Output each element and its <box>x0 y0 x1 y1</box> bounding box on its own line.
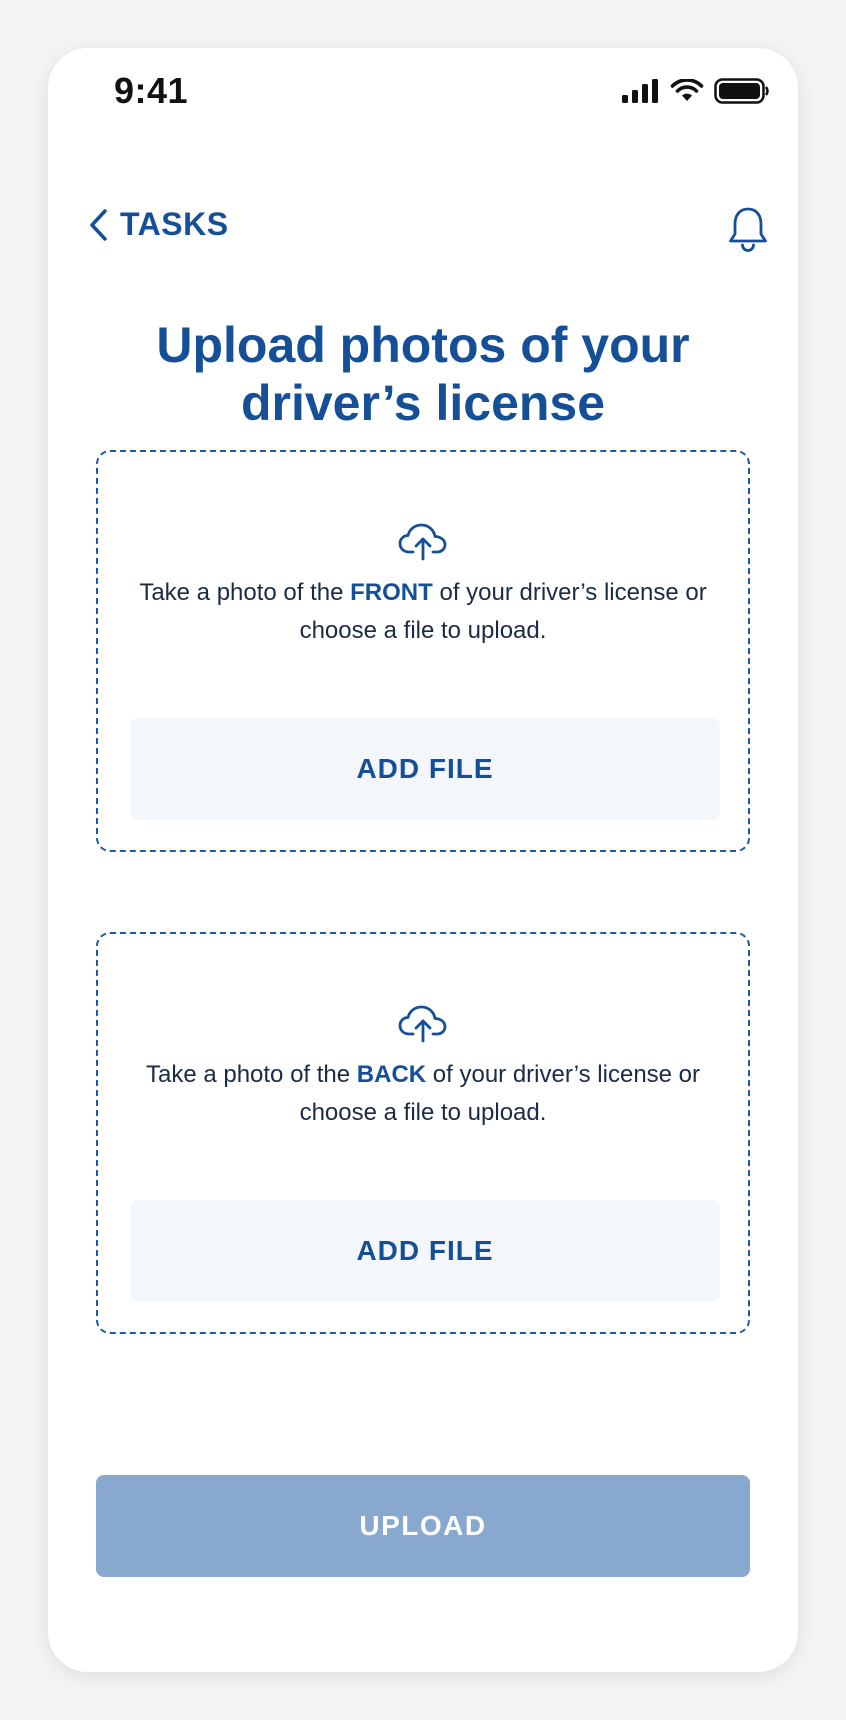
back-upload-card: Take a photo of the BACK of your driver’… <box>96 932 750 1334</box>
front-instructions: Take a photo of the FRONT of your driver… <box>138 574 708 650</box>
back-instructions: Take a photo of the BACK of your driver’… <box>138 1056 708 1132</box>
instruction-text: Take a photo of the <box>139 579 351 606</box>
cellular-signal-icon <box>622 79 658 103</box>
phone-screen: 9:41 TASKS Upload photos of your driver’… <box>48 48 798 1672</box>
add-front-file-button[interactable]: ADD FILE <box>130 718 720 820</box>
back-to-tasks-link[interactable]: TASKS <box>88 206 229 243</box>
wifi-icon <box>670 79 704 101</box>
front-upload-card: Take a photo of the FRONT of your driver… <box>96 450 750 852</box>
notifications-button[interactable] <box>728 206 768 257</box>
page-title: Upload photos of your driver’s license <box>156 317 690 431</box>
status-bar: 9:41 <box>48 48 798 144</box>
upload-button[interactable]: UPLOAD <box>96 1475 750 1577</box>
add-back-file-button[interactable]: ADD FILE <box>130 1200 720 1302</box>
status-time: 9:41 <box>114 70 189 111</box>
back-label: TASKS <box>120 206 229 242</box>
chevron-left-icon <box>90 208 107 241</box>
cloud-upload-icon <box>398 1005 447 1043</box>
cloud-upload-icon <box>398 523 447 561</box>
instruction-text: Take a photo of the <box>145 1061 357 1088</box>
side-emphasis: BACK <box>356 1061 427 1088</box>
side-emphasis: FRONT <box>350 579 433 606</box>
bell-icon <box>729 207 767 252</box>
battery-icon <box>714 78 769 104</box>
status-icons <box>622 78 770 104</box>
top-navigation: TASKS <box>88 198 768 268</box>
